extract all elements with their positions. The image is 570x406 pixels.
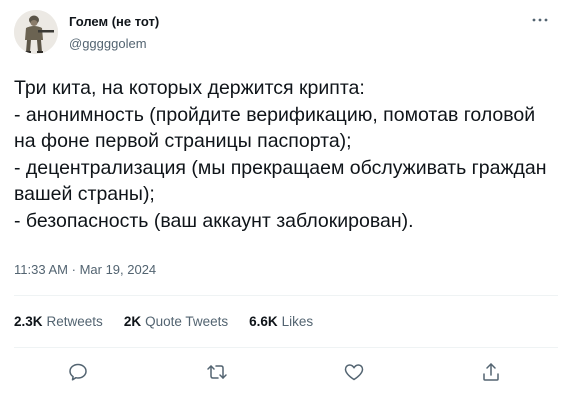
heart-icon: [344, 364, 364, 381]
like-button[interactable]: [342, 360, 366, 384]
reply-button[interactable]: [66, 360, 90, 384]
soldier-avatar-icon: [14, 10, 58, 54]
retweets-count: 2.3K: [14, 314, 43, 329]
likes-stat[interactable]: 6.6K Likes: [249, 314, 313, 329]
likes-label: Likes: [281, 314, 314, 329]
likes-count: 6.6K: [249, 314, 278, 329]
display-name[interactable]: Голем (не тот): [69, 13, 159, 31]
divider: [14, 347, 558, 348]
share-icon: [483, 363, 499, 381]
retweet-button[interactable]: [205, 360, 229, 384]
reply-icon: [69, 363, 87, 381]
retweet-icon: [207, 365, 227, 379]
share-button[interactable]: [479, 360, 503, 384]
quote-tweets-count: 2K: [123, 314, 142, 329]
tweet-stats: 2.3K Retweets 2K Quote Tweets 6.6K Likes: [14, 314, 313, 329]
quote-tweets-stat[interactable]: 2K Quote Tweets: [124, 314, 228, 329]
tweet-text: Три кита, на которых держится крипта: - …: [14, 77, 547, 232]
tweet-date[interactable]: Mar 19, 2024: [80, 262, 157, 277]
quote-tweets-label: Quote Tweets: [145, 314, 229, 329]
tweet-card: Голем (не тот) @gggggolem Три кита, на к…: [0, 0, 570, 406]
retweets-label: Retweets: [46, 314, 103, 329]
avatar[interactable]: [14, 10, 58, 54]
more-button[interactable]: [528, 10, 552, 30]
user-handle[interactable]: @gggggolem: [69, 35, 159, 53]
author-info: Голем (не тот) @gggggolem: [69, 13, 159, 53]
divider: [14, 295, 558, 296]
tweet-time[interactable]: 11:33 AM: [14, 262, 68, 277]
tweet-timestamp: 11:33 AM · Mar 19, 2024: [14, 262, 156, 277]
more-icon: [532, 18, 548, 22]
action-bar: [0, 360, 570, 384]
retweets-stat[interactable]: 2.3K Retweets: [14, 314, 103, 329]
timestamp-separator: ·: [71, 262, 76, 277]
